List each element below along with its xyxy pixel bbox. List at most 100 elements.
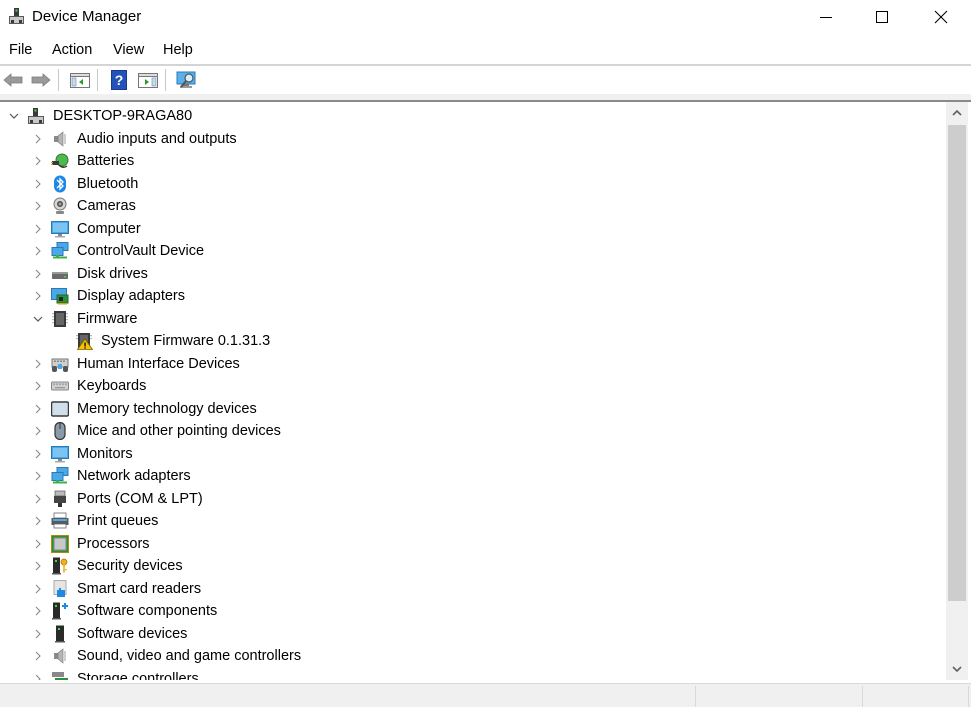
expand-toggle[interactable] [32, 223, 44, 235]
maximize-icon [876, 11, 888, 23]
scrollbar-thumb[interactable] [948, 125, 966, 601]
tree-category[interactable]: Network adapters [0, 465, 940, 487]
chevron-right-icon [35, 404, 41, 413]
expand-toggle[interactable] [32, 403, 44, 415]
tree-item-label: Memory technology devices [77, 400, 257, 417]
maximize-button[interactable] [853, 0, 911, 34]
software-device-icon [51, 625, 69, 643]
expand-toggle[interactable] [32, 200, 44, 212]
action-pane-icon [138, 73, 158, 88]
chip-warning-icon [75, 332, 94, 350]
chevron-right-icon [35, 584, 41, 593]
tree-category[interactable]: Print queues [0, 510, 940, 532]
tree-category[interactable]: Human Interface Devices [0, 353, 940, 375]
scan-hardware-changes-button[interactable] [176, 69, 198, 91]
minimize-button[interactable] [797, 0, 855, 34]
arrow-right-icon [31, 73, 51, 87]
expand-toggle[interactable] [32, 605, 44, 617]
chevron-right-icon [35, 449, 41, 458]
tree-category[interactable]: Display adapters [0, 285, 940, 307]
hid-icon [51, 355, 69, 373]
tree-item-label: Audio inputs and outputs [77, 130, 237, 147]
tree-item-label: Processors [77, 535, 150, 552]
tree-category[interactable]: Sound, video and game controllers [0, 645, 940, 667]
security-key-icon [51, 557, 69, 575]
expand-toggle[interactable] [32, 425, 44, 437]
expand-toggle[interactable] [32, 358, 44, 370]
tree-category[interactable]: Smart card readers [0, 578, 940, 600]
tree-category[interactable]: Audio inputs and outputs [0, 128, 940, 150]
expand-toggle[interactable] [32, 470, 44, 482]
tree-category[interactable]: Firmware [0, 308, 940, 330]
tree-category[interactable]: Bluetooth [0, 173, 940, 195]
back-button[interactable] [2, 69, 24, 91]
show-hide-console-tree-button[interactable] [69, 69, 91, 91]
display-adapter-icon [51, 287, 69, 305]
chevron-right-icon [35, 539, 41, 548]
tree-item-label: Monitors [77, 445, 133, 462]
chevron-right-icon [35, 651, 41, 661]
expand-toggle[interactable] [32, 673, 44, 680]
scroll-down-button[interactable] [946, 658, 968, 680]
expand-toggle[interactable] [32, 538, 44, 550]
expand-toggle[interactable] [32, 178, 44, 190]
tree-category[interactable]: Mice and other pointing devices [0, 420, 940, 442]
expand-toggle[interactable] [32, 583, 44, 595]
menu-action[interactable]: Action [52, 42, 92, 58]
show-hide-action-pane-button[interactable] [137, 69, 159, 91]
tree-category[interactable]: Computer [0, 218, 940, 240]
tree-category[interactable]: Batteries [0, 150, 940, 172]
tree-category[interactable]: Memory technology devices [0, 398, 940, 420]
tree-root[interactable]: DESKTOP-9RAGA80 [0, 105, 940, 127]
chevron-right-icon [35, 291, 41, 301]
menu-view[interactable]: View [113, 42, 144, 58]
expand-toggle[interactable] [32, 245, 44, 257]
expand-toggle[interactable] [32, 650, 44, 662]
tree-item-label: System Firmware 0.1.31.3 [101, 333, 271, 349]
device-manager-icon [9, 8, 24, 24]
close-button[interactable] [912, 0, 970, 34]
menu-help[interactable]: Help [163, 42, 193, 58]
tree-device[interactable]: System Firmware 0.1.31.3 [0, 330, 940, 352]
collapse-toggle[interactable] [32, 313, 44, 325]
tree-category[interactable]: ControlVault Device [0, 240, 940, 262]
bluetooth-icon [51, 175, 69, 193]
tree-category[interactable]: Monitors [0, 443, 940, 465]
expand-toggle[interactable] [32, 155, 44, 167]
tree-item-label: Network adapters [77, 468, 191, 484]
expand-toggle[interactable] [32, 380, 44, 392]
tree-category[interactable]: Security devices [0, 555, 940, 577]
expand-toggle[interactable] [32, 268, 44, 280]
expand-toggle[interactable] [32, 493, 44, 505]
expand-toggle[interactable] [32, 133, 44, 145]
menu-file[interactable]: File [9, 42, 32, 58]
help-button[interactable]: ? [108, 69, 130, 91]
vertical-scrollbar[interactable] [946, 102, 968, 680]
tree-item-label: Smart card readers [77, 580, 202, 597]
tree-category[interactable]: Processors [0, 533, 940, 555]
chevron-right-icon [35, 224, 41, 233]
expand-toggle[interactable] [32, 515, 44, 527]
tree-category[interactable]: Ports (COM & LPT) [0, 488, 940, 510]
expand-toggle[interactable] [32, 628, 44, 640]
tree-category[interactable]: Cameras [0, 195, 940, 217]
expand-toggle[interactable] [32, 290, 44, 302]
expand-toggle[interactable] [32, 560, 44, 572]
expand-toggle[interactable] [32, 448, 44, 460]
tree-category[interactable]: Software components [0, 600, 940, 622]
computer-tower-icon [27, 107, 45, 125]
tree-item-label: Sound, video and game controllers [77, 648, 302, 664]
arrow-left-icon [3, 73, 23, 87]
collapse-toggle[interactable] [8, 110, 20, 122]
mouse-icon [51, 421, 69, 441]
network-icon [51, 467, 69, 485]
tree-category[interactable]: Storage controllers [0, 668, 940, 680]
scroll-up-button[interactable] [946, 102, 968, 124]
tree-category[interactable]: Keyboards [0, 375, 940, 397]
printer-icon [51, 512, 69, 530]
memory-card-icon [50, 400, 70, 418]
forward-button[interactable] [30, 69, 52, 91]
tree-category[interactable]: Software devices [0, 623, 940, 645]
tree-item-label: Display adapters [77, 288, 185, 304]
tree-category[interactable]: Disk drives [0, 263, 940, 285]
